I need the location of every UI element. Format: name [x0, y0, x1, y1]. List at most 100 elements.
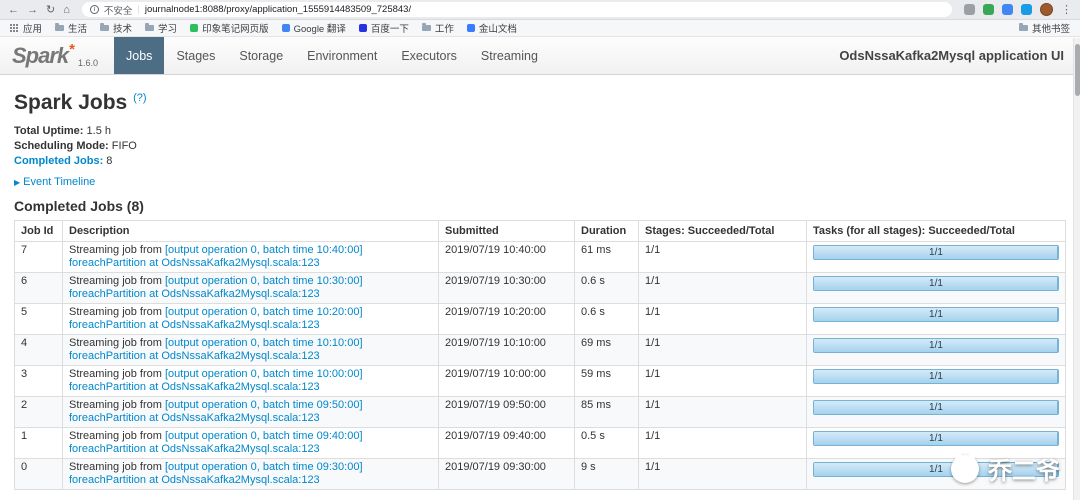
job-stages-cell: 1/1: [639, 273, 807, 304]
job-detail-link[interactable]: foreachPartition at OdsNssaKafka2Mysql.s…: [69, 381, 320, 393]
job-detail-link[interactable]: foreachPartition at OdsNssaKafka2Mysql.s…: [69, 350, 320, 362]
column-header[interactable]: Submitted: [439, 221, 575, 242]
tab-storage[interactable]: Storage: [227, 37, 295, 74]
job-detail-link[interactable]: foreachPartition at OdsNssaKafka2Mysql.s…: [69, 288, 320, 300]
column-header[interactable]: Duration: [575, 221, 639, 242]
job-detail-link[interactable]: foreachPartition at OdsNssaKafka2Mysql.s…: [69, 412, 320, 424]
job-tasks-cell: 1/1: [807, 335, 1066, 366]
job-batch-link[interactable]: [output operation 0, batch time 09:50:00…: [165, 399, 363, 411]
completed-jobs-link[interactable]: Completed Jobs:: [14, 155, 103, 167]
completed-jobs-section-title: Completed Jobs (8): [14, 198, 1066, 214]
tab-executors[interactable]: Executors: [389, 37, 469, 74]
tasks-progress-bar: 1/1: [813, 338, 1059, 353]
job-batch-link[interactable]: [output operation 0, batch time 10:00:00…: [165, 368, 363, 380]
extension-icon-blue[interactable]: [1002, 4, 1013, 15]
progress-label: 1/1: [929, 433, 943, 444]
column-header[interactable]: Job Id: [15, 221, 63, 242]
job-duration-cell: 0.5 s: [575, 428, 639, 459]
job-batch-link[interactable]: [output operation 0, batch time 10:30:00…: [165, 275, 363, 287]
tasks-progress-bar: 1/1: [813, 431, 1059, 446]
url-text: journalnode1:8088/proxy/application_1555…: [145, 4, 411, 15]
column-header[interactable]: Tasks (for all stages): Succeeded/Total: [807, 221, 1066, 242]
job-detail-link[interactable]: foreachPartition at OdsNssaKafka2Mysql.s…: [69, 319, 320, 331]
tab-stages[interactable]: Stages: [164, 37, 227, 74]
page-scrollbar[interactable]: [1073, 38, 1080, 500]
job-batch-link[interactable]: [output operation 0, batch time 09:40:00…: [165, 430, 363, 442]
spark-version: 1.6.0: [78, 58, 98, 68]
summary-value: 1.5 h: [83, 125, 111, 137]
page-content: Spark Jobs (?) Total Uptime: 1.5 hSchedu…: [0, 75, 1080, 490]
help-link[interactable]: (?): [133, 92, 146, 104]
bookmark-item[interactable]: 生活: [55, 21, 87, 35]
job-row: 1 Streaming job from [output operation 0…: [15, 428, 1066, 459]
refresh-icon[interactable]: ↻: [46, 0, 55, 20]
table-header-row: Job IdDescriptionSubmittedDurationStages…: [15, 221, 1066, 242]
job-description-text: Streaming job from: [69, 275, 165, 287]
tab-environment[interactable]: Environment: [295, 37, 389, 74]
bookmark-item[interactable]: 学习: [145, 21, 177, 35]
job-description-text: Streaming job from: [69, 244, 165, 256]
column-header[interactable]: Description: [63, 221, 439, 242]
column-header[interactable]: Stages: Succeeded/Total: [639, 221, 807, 242]
event-timeline-toggle[interactable]: ▶Event Timeline: [14, 176, 1066, 188]
bookmark-item[interactable]: 印象笔记网页版: [190, 21, 269, 35]
bookmark-item[interactable]: 技术: [100, 21, 132, 35]
summary-item: Scheduling Mode: FIFO: [14, 140, 1066, 153]
forward-icon[interactable]: →: [27, 0, 38, 20]
favicon-icon: [467, 24, 475, 32]
menu-dots-icon[interactable]: ⋮: [1061, 0, 1072, 20]
other-bookmarks[interactable]: 其他书签: [1019, 21, 1070, 35]
job-submitted-cell: 2019/07/19 10:20:00: [439, 304, 575, 335]
bookmark-item[interactable]: 应用: [10, 21, 42, 35]
home-icon[interactable]: ⌂: [63, 0, 70, 20]
spark-logo[interactable]: Spark * 1.6.0: [0, 37, 114, 74]
job-description-cell: Streaming job from [output operation 0, …: [63, 397, 439, 428]
favicon-icon: [190, 24, 198, 32]
profile-avatar[interactable]: [1040, 3, 1053, 16]
bookmark-item[interactable]: Google 翻译: [282, 21, 346, 35]
bookmark-item[interactable]: 金山文档: [467, 21, 517, 35]
job-stages-cell: 1/1: [639, 428, 807, 459]
job-description-cell: Streaming job from [output operation 0, …: [63, 459, 439, 490]
folder-icon: [1019, 25, 1028, 31]
address-separator: |: [137, 4, 139, 15]
progress-label: 1/1: [929, 340, 943, 351]
job-detail-link[interactable]: foreachPartition at OdsNssaKafka2Mysql.s…: [69, 474, 320, 486]
job-duration-cell: 61 ms: [575, 242, 639, 273]
job-batch-link[interactable]: [output operation 0, batch time 10:20:00…: [165, 306, 363, 318]
info-icon[interactable]: i: [90, 5, 99, 14]
job-description-text: Streaming job from: [69, 461, 165, 473]
bookmark-label: 印象笔记网页版: [202, 21, 269, 35]
back-icon[interactable]: ←: [8, 0, 19, 20]
job-description-text: Streaming job from: [69, 368, 165, 380]
tab-streaming[interactable]: Streaming: [469, 37, 550, 74]
scrollbar-thumb[interactable]: [1075, 44, 1080, 96]
extension-icon-teal[interactable]: [1021, 4, 1032, 15]
reading-list-icon[interactable]: [964, 4, 975, 15]
folder-icon: [145, 25, 154, 31]
extension-icon-green[interactable]: [983, 4, 994, 15]
job-id-cell: 4: [15, 335, 63, 366]
other-bookmarks-label: 其他书签: [1032, 21, 1070, 35]
summary-item: Completed Jobs: 8: [14, 155, 1066, 168]
tab-jobs[interactable]: Jobs: [114, 37, 164, 74]
job-row: 4 Streaming job from [output operation 0…: [15, 335, 1066, 366]
bookmark-label: 金山文档: [479, 21, 517, 35]
job-batch-link[interactable]: [output operation 0, batch time 09:30:00…: [165, 461, 363, 473]
address-bar[interactable]: i 不安全 | journalnode1:8088/proxy/applicat…: [82, 2, 952, 17]
job-batch-link[interactable]: [output operation 0, batch time 10:10:00…: [165, 337, 363, 349]
folder-icon: [422, 25, 431, 31]
summary-label: Scheduling Mode:: [14, 140, 109, 152]
bookmark-label: Google 翻译: [294, 21, 346, 35]
bookmark-item[interactable]: 工作: [422, 21, 454, 35]
job-tasks-cell: 1/1: [807, 304, 1066, 335]
bookmark-item[interactable]: 百度一下: [359, 21, 409, 35]
job-detail-link[interactable]: foreachPartition at OdsNssaKafka2Mysql.s…: [69, 257, 320, 269]
job-duration-cell: 9 s: [575, 459, 639, 490]
tasks-progress-bar: 1/1: [813, 276, 1059, 291]
job-submitted-cell: 2019/07/19 10:10:00: [439, 335, 575, 366]
job-row: 3 Streaming job from [output operation 0…: [15, 366, 1066, 397]
job-detail-link[interactable]: foreachPartition at OdsNssaKafka2Mysql.s…: [69, 443, 320, 455]
job-description-cell: Streaming job from [output operation 0, …: [63, 366, 439, 397]
job-batch-link[interactable]: [output operation 0, batch time 10:40:00…: [165, 244, 363, 256]
